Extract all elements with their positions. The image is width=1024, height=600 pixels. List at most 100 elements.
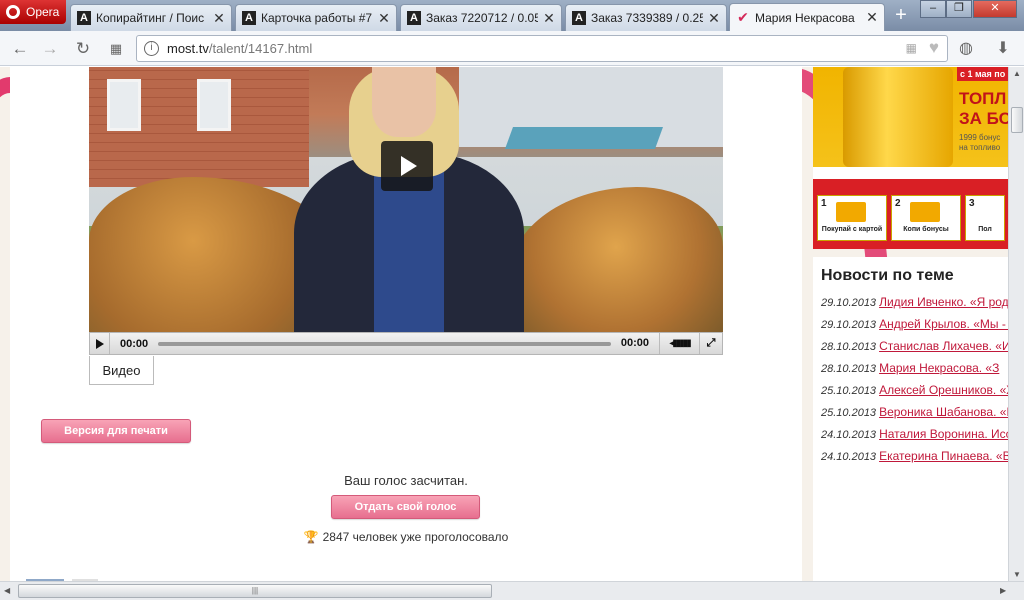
ad-steps: 1 Покупай с картой 2 Копи бонусы 3 Пол (817, 195, 1008, 241)
ad-fine-print: 1999 бонус на топливо (959, 133, 1001, 152)
ad-step: 1 Покупай с картой (817, 195, 887, 241)
forward-arrow-icon[interactable]: → (39, 38, 61, 60)
news-item: 24.10.2013Екатерина Пинаева. «В будущее … (821, 448, 1008, 465)
news-item: 28.10.2013 Мария Некрасова. «З (821, 361, 1000, 375)
main-content: 00:00 00:00 ◂▮▮▮▮▮ ⤢ Видео Версия для пе… (10, 67, 802, 581)
news-item: 29.10.2013Андрей Крылов. «Мы - семья» (821, 316, 1008, 333)
tab-title: Копирайтинг / Поис (96, 11, 205, 25)
vote-confirmation: Ваш голос засчитан. (344, 473, 468, 488)
print-version-button[interactable]: Версия для печати (41, 419, 191, 443)
opera-menu-label: Opera (26, 5, 60, 19)
browser-tab[interactable]: A Заказ 7220712 / 0.05 ✕ (400, 4, 562, 31)
horizontal-scrollbar[interactable]: ◀ ||| ▶ (0, 581, 1024, 600)
news-link[interactable]: Наталия Воронина. Исследование качества … (879, 427, 1008, 441)
ad-date: с 1 мая по 31 (957, 67, 1008, 81)
vote-count-text: 2847 человек уже проголосовало (322, 530, 509, 544)
video-frame[interactable] (89, 67, 723, 332)
video-scene-bush (509, 187, 723, 332)
play-icon[interactable] (90, 333, 110, 354)
news-link[interactable]: Лидия Ивченко. «Я родом из Липецка» (879, 295, 1008, 309)
news-item: 29.10.2013Лидия Ивченко. «Я родом из Лип… (821, 294, 1008, 311)
news-link[interactable]: Екатерина Пинаева. «В будущее вместе» (879, 449, 1008, 463)
favorite-heart-icon[interactable]: ♥ (929, 38, 939, 58)
vertical-scroll-thumb[interactable] (1011, 107, 1023, 133)
video-play-button[interactable] (381, 141, 433, 191)
speed-dial-icon[interactable]: ▦ (105, 38, 127, 60)
vertical-scrollbar[interactable]: ▲ ▼ (1008, 67, 1024, 581)
video-scene-window (107, 79, 141, 131)
page-viewport: 00:00 00:00 ◂▮▮▮▮▮ ⤢ Видео Версия для пе… (0, 67, 1008, 581)
fullscreen-icon[interactable]: ⤢ (700, 337, 722, 350)
news-link[interactable]: Алексей Орешников. «Журналиста» (879, 383, 1008, 397)
tab-close-icon[interactable]: ✕ (543, 10, 555, 27)
globe-icon[interactable]: ◍ (955, 38, 977, 60)
browser-tab-active[interactable]: ✔ Мария Некрасова ✕ (729, 3, 885, 31)
address-bar[interactable]: i most.tv/talent/14167.html ▦ ♥ (136, 35, 948, 62)
video-scene-canopy (504, 127, 664, 149)
news-item: 24.10.2013Наталия Воронина. Исследование… (821, 426, 1008, 443)
seek-bar[interactable] (158, 341, 611, 346)
tab-favicon-icon: A (242, 11, 256, 25)
tab-close-icon[interactable]: ✕ (378, 10, 390, 27)
most-favicon-icon: ✔ (737, 9, 749, 25)
tab-favicon-icon: A (407, 11, 421, 25)
opera-logo-icon (6, 5, 20, 19)
scroll-right-icon[interactable]: ▶ (1000, 586, 1006, 595)
minimize-icon[interactable]: – (920, 0, 946, 18)
fuel-can-image (843, 67, 953, 167)
total-time: 00:00 (611, 333, 660, 354)
url-path: /talent/14167.html (208, 41, 313, 56)
news-item: 25.10.2013Алексей Орешников. «Журналиста… (821, 382, 1008, 399)
tab-close-icon[interactable]: ✕ (213, 10, 225, 27)
browser-tab[interactable]: A Карточка работы #7 ✕ (235, 4, 397, 31)
tab-favicon-icon: A (77, 11, 91, 25)
tab-close-icon[interactable]: ✕ (708, 10, 720, 27)
ad-step: 3 Пол (965, 195, 1005, 241)
news-item: 28.10.2013Станислав Лихачев. «Из детства… (821, 338, 1008, 355)
window-close-icon[interactable]: ✕ (973, 0, 1017, 18)
video-scene-person (294, 67, 524, 332)
tab-title: Заказ 7339389 / 0.25 (591, 11, 703, 25)
stash-icon[interactable]: ▦ (906, 41, 917, 55)
scroll-left-icon[interactable]: ◀ (4, 586, 10, 595)
scroll-up-icon[interactable]: ▲ (1012, 69, 1022, 78)
trophy-icon: 🏆 (303, 530, 319, 544)
ad-headline-1: ТОПЛ (959, 89, 1007, 108)
tab-close-icon[interactable]: ✕ (866, 9, 878, 26)
video-controls: 00:00 00:00 ◂▮▮▮▮▮ ⤢ (89, 332, 723, 355)
back-arrow-icon[interactable]: ← (9, 38, 31, 60)
url-host: most.tv (167, 41, 209, 56)
navigation-bar: ← → ↻ ▦ i most.tv/talent/14167.html ▦ ♥ … (0, 31, 1024, 66)
scroll-down-icon[interactable]: ▼ (1012, 570, 1022, 579)
new-tab-button[interactable]: + (890, 5, 912, 26)
ad-headline-2: ЗА БС (959, 109, 1008, 128)
tab-title: Заказ 7220712 / 0.05 (426, 11, 538, 25)
video-scene-window (197, 79, 231, 131)
tab-title: Мария Некрасова (755, 10, 855, 25)
opera-menu-button[interactable]: Opera (0, 0, 66, 24)
reload-icon[interactable]: ↻ (72, 38, 94, 60)
current-time: 00:00 (120, 337, 149, 350)
download-icon[interactable]: ⬇ (992, 38, 1014, 60)
ad-step: 2 Копи бонусы (891, 195, 961, 241)
vote-button[interactable]: Отдать свой голос (331, 495, 480, 519)
horizontal-scroll-thumb[interactable]: ||| (18, 584, 492, 598)
news-link[interactable]: Вероника Шабанова. «Команда 2018» (879, 405, 1008, 419)
browser-tab[interactable]: A Копирайтинг / Поис ✕ (70, 4, 232, 31)
news-link[interactable]: Мария Некрасова. «З (879, 361, 999, 375)
tab-title: Карточка работы #7 (261, 11, 373, 25)
advertisement-banner[interactable]: с 1 мая по 31 ТОПЛ ЗА БС 1999 бонус на т… (813, 67, 1008, 249)
tab-strip: Opera A Копирайтинг / Поис ✕ A Карточка … (0, 0, 1024, 31)
site-info-icon[interactable]: i (144, 41, 159, 56)
tab-favicon-icon: A (572, 11, 586, 25)
bonus-icon (910, 202, 940, 222)
news-link[interactable]: Андрей Крылов. «Мы - семья» (879, 317, 1008, 331)
news-heading: Новости по теме (821, 267, 954, 284)
vote-count: 🏆 2847 человек уже проголосовало (10, 530, 802, 544)
maximize-icon[interactable]: ❐ (946, 0, 972, 18)
tab-video[interactable]: Видео (89, 356, 154, 385)
browser-tab[interactable]: A Заказ 7339389 / 0.25 ✕ (565, 4, 727, 31)
news-link[interactable]: Станислав Лихачев. «Из детства» (879, 339, 1008, 353)
volume-icon[interactable]: ◂▮▮▮▮▮ (660, 333, 700, 354)
related-news: Новости по теме 29.10.2013 Лидия Ивченко.… (813, 257, 1008, 581)
